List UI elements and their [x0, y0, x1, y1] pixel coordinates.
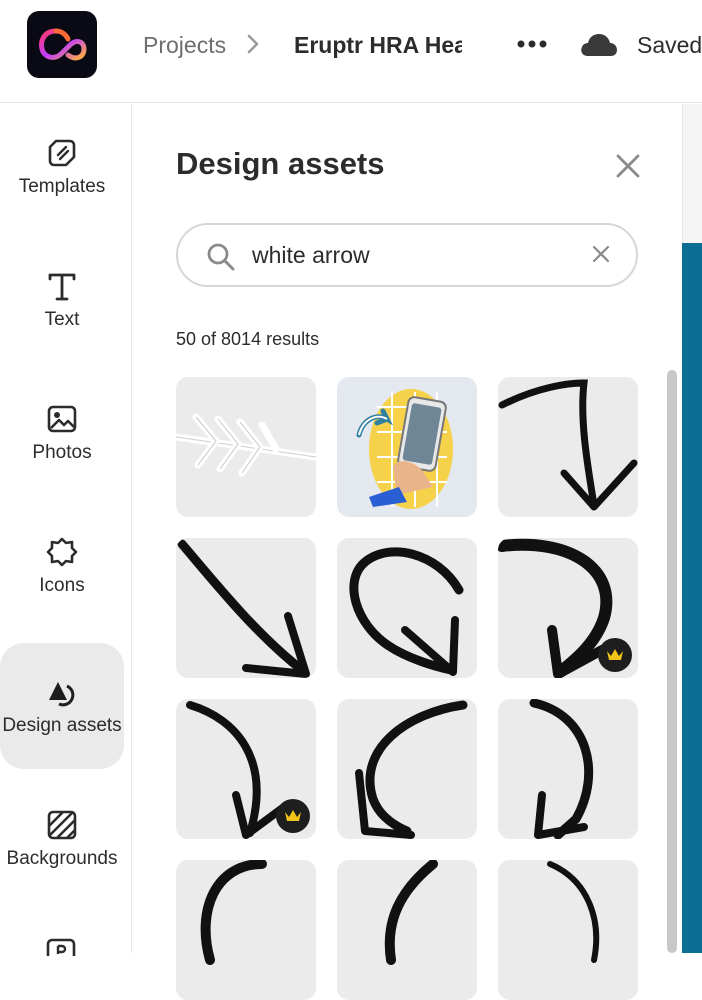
crown-icon: [607, 649, 623, 660]
arrow-asset-image: [498, 379, 638, 511]
asset-tile[interactable]: [498, 377, 638, 517]
breadcrumb-projects-link[interactable]: Projects: [143, 32, 226, 59]
rail-item-label: Photos: [32, 442, 92, 463]
asset-tile[interactable]: [337, 860, 477, 1000]
arrow-asset-image: [177, 539, 310, 678]
clear-search-icon[interactable]: [592, 245, 610, 263]
rail-item-label: Design assets: [2, 715, 122, 736]
rail-item-brand-partial[interactable]: [46, 936, 76, 964]
premium-badge: [598, 638, 632, 672]
phone-collage-asset-image: [356, 389, 453, 509]
arrow-asset-image: [176, 413, 316, 477]
arrow-asset-image: [349, 547, 464, 676]
crown-icon: [285, 810, 301, 821]
asset-tile[interactable]: [498, 538, 638, 678]
close-panel-button[interactable]: [612, 150, 644, 182]
rail-item-label: Text: [44, 309, 80, 330]
rail-item-icons[interactable]: Icons: [0, 503, 124, 629]
brand-icon: [46, 938, 76, 964]
asset-tile[interactable]: [176, 377, 316, 517]
rail-item-design-assets[interactable]: Design assets: [0, 643, 124, 769]
asset-tile[interactable]: [498, 699, 638, 839]
creative-cloud-logo-icon: [39, 28, 87, 60]
design-assets-icon: [45, 675, 79, 709]
close-icon: [616, 154, 640, 178]
backgrounds-icon: [45, 808, 79, 842]
icons-icon: [45, 535, 79, 569]
search-input[interactable]: [252, 239, 572, 271]
document-title[interactable]: Eruptr HRA Head: [294, 32, 462, 59]
templates-icon: [45, 136, 79, 170]
panel-title: Design assets: [176, 146, 385, 181]
rail-item-photos[interactable]: Photos: [0, 370, 124, 496]
text-icon: [45, 269, 79, 303]
canvas-design-preview[interactable]: [682, 243, 702, 953]
search-icon: [207, 243, 235, 271]
premium-badge: [276, 799, 310, 833]
save-status-label: Saved: [637, 32, 702, 58]
arrow-asset-image: [384, 860, 438, 965]
arrow-asset-image: [200, 860, 267, 965]
panel-scrollbar[interactable]: [667, 370, 677, 953]
rail-item-templates[interactable]: Templates: [0, 104, 124, 230]
rail-item-label: Backgrounds: [6, 848, 118, 869]
asset-tile[interactable]: [337, 377, 477, 517]
chevron-right-icon: [247, 34, 259, 54]
arrow-asset-image: [355, 700, 468, 839]
rail-item-text[interactable]: Text: [0, 237, 124, 363]
left-rail: Templates Text Photos Icons Design asset…: [0, 104, 132, 964]
results-count: 50 of 8014 results: [176, 329, 320, 349]
asset-tile[interactable]: [176, 538, 316, 678]
asset-tile[interactable]: [176, 699, 316, 839]
photos-icon: [45, 402, 79, 436]
app-logo-button[interactable]: [27, 11, 97, 78]
more-options-icon[interactable]: [516, 37, 548, 51]
search-field[interactable]: [176, 223, 638, 287]
rail-item-label: Templates: [18, 176, 106, 197]
asset-tile[interactable]: [337, 538, 477, 678]
asset-tile[interactable]: [176, 860, 316, 1000]
app-header: Projects Eruptr HRA Head Saved: [0, 0, 702, 103]
rail-item-backgrounds[interactable]: Backgrounds: [0, 776, 124, 902]
asset-tile[interactable]: [498, 860, 638, 1000]
asset-tile[interactable]: [337, 699, 477, 839]
arrow-asset-image: [529, 699, 594, 839]
arrow-asset-image: [547, 861, 600, 963]
cloud-icon: [581, 34, 617, 56]
rail-item-label: Icons: [39, 575, 85, 596]
